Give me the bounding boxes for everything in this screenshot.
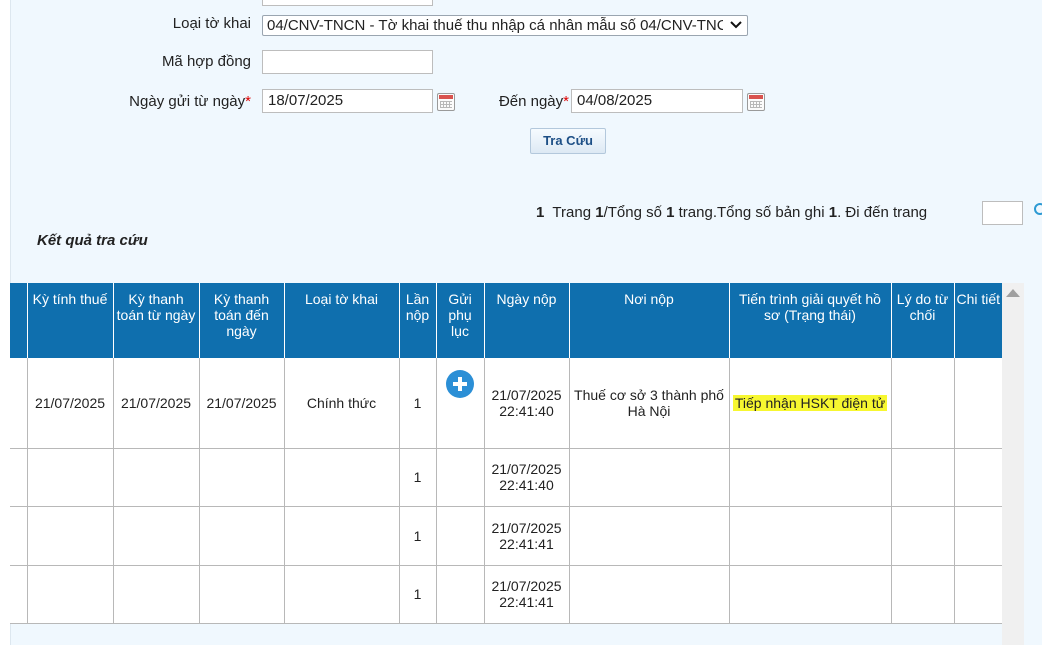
ngay-gui-tu-label: Ngày gửi từ ngày*: [129, 93, 251, 110]
gui-phu-luc-cell: [436, 358, 485, 449]
header-loai-to-khai[interactable]: Loại tờ khai: [284, 283, 400, 358]
header-cell-spacer: [10, 283, 28, 358]
ngay-nop-time: 22:41:40: [499, 477, 554, 493]
header-tien-trinh[interactable]: Tiến trình giải quyết hồ sơ (Trạng thái): [729, 283, 892, 358]
ngay-nop-time: 22:41:40: [499, 402, 554, 419]
refresh-icon[interactable]: [1034, 203, 1042, 215]
ky-tinh-thue-cell: 21/07/2025: [27, 358, 114, 449]
ma-hop-dong-input[interactable]: [262, 50, 433, 74]
status-highlight: Tiếp nhận HSKT điện tử: [732, 394, 888, 411]
header-ngay-nop[interactable]: Ngày nộp: [484, 283, 570, 358]
lan-nop-cell: 1: [399, 565, 437, 624]
current-page: 1: [536, 204, 545, 221]
pager-total-pages: 1: [666, 204, 675, 221]
header-ky-tinh-thue[interactable]: Kỳ tính thuế: [27, 283, 114, 358]
results-title: Kết quả tra cứu: [37, 232, 148, 249]
scroll-up-arrow-icon[interactable]: [1006, 289, 1020, 297]
plus-circle-icon[interactable]: [446, 370, 474, 398]
ngay-nop-date: 21/07/2025: [491, 461, 562, 477]
pager-current-of: 1: [595, 204, 604, 221]
ngay-nop-time: 22:41:41: [499, 535, 554, 552]
pager-text: . Đi đến trang: [837, 204, 928, 221]
pager-text: trang.Tổng số bản ghi: [678, 204, 825, 221]
ngay-gui-tu-input[interactable]: 18/07/2025: [262, 89, 433, 113]
ngay-nop-cell: 21/07/2025 22:41:41: [484, 506, 570, 566]
row-spacer-cell: [10, 358, 28, 449]
pager-text: /Tổng số: [603, 204, 662, 221]
calendar-icon[interactable]: [437, 93, 455, 111]
ly-do-cell: [891, 358, 955, 449]
loai-to-khai-selected-value: 04/CNV-TNCN - Tờ khai thuế thu nhập cá n…: [267, 17, 723, 34]
goto-page-input[interactable]: [982, 201, 1023, 225]
table-row: 1 21/07/2025 22:41:41: [10, 565, 1021, 624]
ngay-nop-cell: 21/07/2025 22:41:41: [484, 565, 570, 624]
ngay-nop-date: 21/07/2025: [491, 578, 562, 594]
header-ly-do-tu-choi[interactable]: Lý do từ chối: [891, 283, 955, 358]
ngay-nop-cell: 21/07/2025 22:41:40: [484, 448, 570, 507]
den-ngay-label: Đến ngày*: [498, 93, 569, 110]
pager-text: Trang: [552, 204, 592, 221]
tien-trinh-cell: Tiếp nhận HSKT điện tử: [729, 358, 892, 449]
calendar-icon[interactable]: [747, 93, 765, 111]
lan-nop-cell: 1: [399, 506, 437, 566]
required-mark: *: [245, 93, 251, 110]
lan-nop-cell: 1: [399, 448, 437, 507]
results-table: Kỳ tính thuế Kỳ thanh toán từ ngày Kỳ th…: [10, 283, 1021, 624]
previous-field-input[interactable]: [262, 0, 433, 6]
table-row: 1 21/07/2025 22:41:41: [10, 506, 1021, 566]
header-lan-nop[interactable]: Lần nộp: [399, 283, 437, 358]
den-ngay-input[interactable]: 04/08/2025: [571, 89, 743, 113]
den-ngay-cell: 21/07/2025: [199, 358, 285, 449]
chevron-down-icon: [730, 21, 742, 29]
table-row: 1 21/07/2025 22:41:40: [10, 448, 1021, 507]
pagination-info: 1 Trang 1/Tổng số 1 trang.Tổng số bản gh…: [536, 204, 927, 221]
ngay-nop-date: 21/07/2025: [491, 386, 562, 403]
header-ky-thanh-toan-den[interactable]: Kỳ thanh toán đến ngày: [199, 283, 285, 358]
ngay-nop-time: 22:41:41: [499, 594, 554, 610]
table-header-row: Kỳ tính thuế Kỳ thanh toán từ ngày Kỳ th…: [10, 283, 1021, 358]
noi-nop-cell: Thuế cơ sở 3 thành phố Hà Nội: [569, 358, 730, 449]
ngay-nop-cell: 21/07/2025 22:41:40: [484, 358, 570, 449]
ngay-nop-date: 21/07/2025: [491, 519, 562, 536]
pager-total-records: 1: [828, 204, 838, 221]
ma-hop-dong-label: Mã hợp đồng: [161, 53, 251, 70]
lan-nop-cell: 1: [399, 358, 437, 449]
vertical-scrollbar[interactable]: [1002, 283, 1024, 645]
loai-to-khai-select[interactable]: 04/CNV-TNCN - Tờ khai thuế thu nhập cá n…: [262, 15, 748, 36]
loai-to-khai-label: Loại tờ khai: [172, 15, 251, 32]
loai-cell: Chính thức: [284, 358, 400, 449]
header-gui-phu-luc[interactable]: Gửi phụ lục: [436, 283, 485, 358]
table-row: 21/07/2025 21/07/2025 21/07/2025 Chính t…: [10, 358, 1021, 449]
header-noi-nop[interactable]: Nơi nộp: [569, 283, 730, 358]
required-mark: *: [563, 93, 569, 110]
search-button[interactable]: Tra Cứu: [530, 128, 606, 154]
tu-ngay-cell: 21/07/2025: [113, 358, 200, 449]
header-ky-thanh-toan-tu[interactable]: Kỳ thanh toán từ ngày: [113, 283, 200, 358]
